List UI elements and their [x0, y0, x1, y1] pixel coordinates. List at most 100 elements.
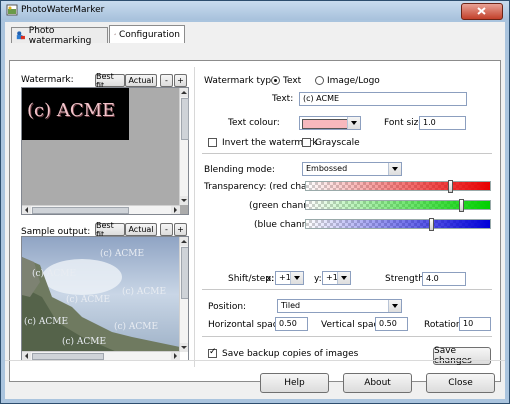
- backup-checkbox[interactable]: [208, 347, 217, 358]
- chevron-down-icon[interactable]: [290, 272, 303, 284]
- watermark-preview: (c) ACME: [21, 87, 189, 215]
- blue-channel-slider[interactable]: [305, 218, 491, 231]
- configuration-icon: [114, 33, 116, 36]
- tab-label: Configuration: [118, 29, 180, 40]
- scroll-thumb[interactable]: [32, 207, 129, 214]
- watermark-zoom-in-button[interactable]: +: [174, 74, 187, 87]
- invert-checkbox[interactable]: [208, 138, 217, 147]
- type-text-label: Text: [283, 76, 302, 86]
- tab-photo-watermarking[interactable]: Photo watermarking: [11, 25, 108, 46]
- watermark-type-label: Watermark type:: [204, 76, 280, 86]
- blending-mode-select[interactable]: Embossed: [302, 162, 402, 176]
- font-size-input[interactable]: 1.0: [419, 116, 466, 130]
- watermark-zoom-out-button[interactable]: -: [160, 74, 173, 87]
- close-icon: [477, 7, 486, 15]
- text-colour-label: Text colour:: [228, 118, 280, 128]
- sample-output-preview: (c) ACME (c) ACME (c) ACME (c) ACME (c) …: [21, 236, 189, 361]
- sample-zoom-out-button[interactable]: -: [160, 223, 173, 236]
- window-close-button[interactable]: [461, 3, 503, 20]
- watermark-horizontal-scrollbar[interactable]: [22, 205, 180, 214]
- help-button[interactable]: Help: [260, 373, 329, 393]
- sample-watermark-text: (c) ACME: [32, 269, 77, 279]
- chevron-down-icon[interactable]: [388, 300, 401, 312]
- strength-label: Strength:: [385, 274, 427, 284]
- save-changes-button[interactable]: Save changes: [433, 346, 491, 366]
- scroll-up-icon[interactable]: [180, 237, 188, 246]
- scroll-left-icon[interactable]: [22, 206, 31, 214]
- tab-configuration[interactable]: Configuration: [109, 25, 185, 43]
- scroll-down-icon[interactable]: [180, 196, 188, 205]
- type-text-radio[interactable]: [271, 76, 280, 85]
- scroll-right-icon[interactable]: [171, 352, 180, 360]
- separator: [202, 153, 492, 154]
- about-button[interactable]: About: [343, 373, 412, 393]
- colour-swatch: [302, 119, 348, 129]
- scroll-thumb[interactable]: [181, 98, 189, 140]
- sample-zoom-in-button[interactable]: +: [174, 223, 187, 236]
- sample-watermark-text: (c) ACME: [100, 249, 145, 259]
- rotation-input[interactable]: 10: [459, 317, 491, 331]
- watermark-vertical-scrollbar[interactable]: [179, 88, 189, 205]
- watermark-label: Watermark:: [21, 75, 74, 85]
- panel-divider: [194, 67, 195, 367]
- scroll-up-icon[interactable]: [180, 88, 188, 97]
- sample-vertical-scrollbar[interactable]: [179, 237, 188, 352]
- position-select[interactable]: Tiled: [277, 299, 402, 313]
- chevron-down-icon[interactable]: [337, 272, 350, 284]
- photo-watermarking-icon: [16, 31, 25, 40]
- scroll-thumb[interactable]: [181, 247, 188, 299]
- watermark-actual-button[interactable]: Actual: [125, 74, 157, 87]
- watermark-image: (c) ACME: [22, 88, 129, 140]
- separator: [202, 336, 492, 337]
- horizontal-spacing-input[interactable]: 0.50: [275, 317, 308, 331]
- backup-label: Save backup copies of images: [222, 349, 359, 359]
- client-area: Photo watermarking Configuration Waterma…: [5, 22, 505, 399]
- footer-separator: [5, 360, 505, 361]
- type-image-label: Image/Logo: [327, 76, 380, 86]
- title-bar[interactable]: PhotoWaterMarker: [1, 1, 509, 20]
- slider-thumb[interactable]: [448, 180, 453, 193]
- chevron-down-icon[interactable]: [347, 117, 360, 129]
- configuration-panel: Watermark: Best fit Actual - + (c) ACME: [9, 60, 501, 382]
- scroll-right-icon[interactable]: [171, 206, 180, 214]
- vertical-spacing-input[interactable]: 0.50: [375, 317, 408, 331]
- blending-mode-label: Blending mode:: [204, 165, 275, 175]
- green-channel-slider[interactable]: [305, 199, 491, 212]
- grayscale-checkbox[interactable]: [302, 138, 311, 147]
- sample-watermark-text: (c) ACME: [66, 295, 111, 305]
- strength-input[interactable]: 4.0: [422, 272, 466, 286]
- watermark-best-fit-button[interactable]: Best fit: [95, 72, 125, 90]
- sample-horizontal-scrollbar[interactable]: [22, 351, 180, 360]
- watermark-preview-text: (c) ACME: [27, 100, 116, 121]
- app-window: PhotoWaterMarker Photo watermarking Conf…: [0, 0, 510, 404]
- sample-actual-button[interactable]: Actual: [125, 223, 157, 236]
- tab-label: Photo watermarking: [28, 25, 92, 46]
- grayscale-label: Grayscale: [315, 138, 360, 148]
- shift-y-select[interactable]: +1: [322, 271, 351, 285]
- chevron-down-icon[interactable]: [388, 163, 401, 175]
- scroll-down-icon[interactable]: [180, 343, 188, 352]
- sample-best-fit-button[interactable]: Best fit: [95, 221, 125, 239]
- sample-watermark-text: (c) ACME: [62, 337, 107, 347]
- slider-thumb[interactable]: [429, 218, 434, 231]
- scroll-thumb[interactable]: [32, 353, 104, 360]
- shift-y-label: y:: [314, 274, 322, 284]
- position-label: Position:: [208, 302, 247, 312]
- watermark-text-input[interactable]: (c) ACME: [299, 92, 467, 106]
- sample-watermark-text: (c) ACME: [122, 287, 167, 297]
- position-value: Tiled: [281, 301, 301, 310]
- scroll-left-icon[interactable]: [22, 352, 31, 360]
- window-title: PhotoWaterMarker: [21, 5, 105, 15]
- sample-watermark-text: (c) ACME: [24, 317, 69, 327]
- slider-thumb[interactable]: [459, 199, 464, 212]
- text-label: Text:: [272, 94, 294, 104]
- red-channel-slider[interactable]: [305, 180, 491, 193]
- shift-x-label: x:: [266, 274, 275, 284]
- type-image-radio[interactable]: [315, 76, 324, 85]
- sample-watermark-text: (c) ACME: [114, 322, 159, 332]
- separator: [202, 289, 492, 290]
- app-icon: [6, 4, 18, 16]
- close-button[interactable]: Close: [426, 373, 495, 393]
- shift-x-select[interactable]: +1: [275, 271, 304, 285]
- text-colour-picker[interactable]: [299, 116, 361, 130]
